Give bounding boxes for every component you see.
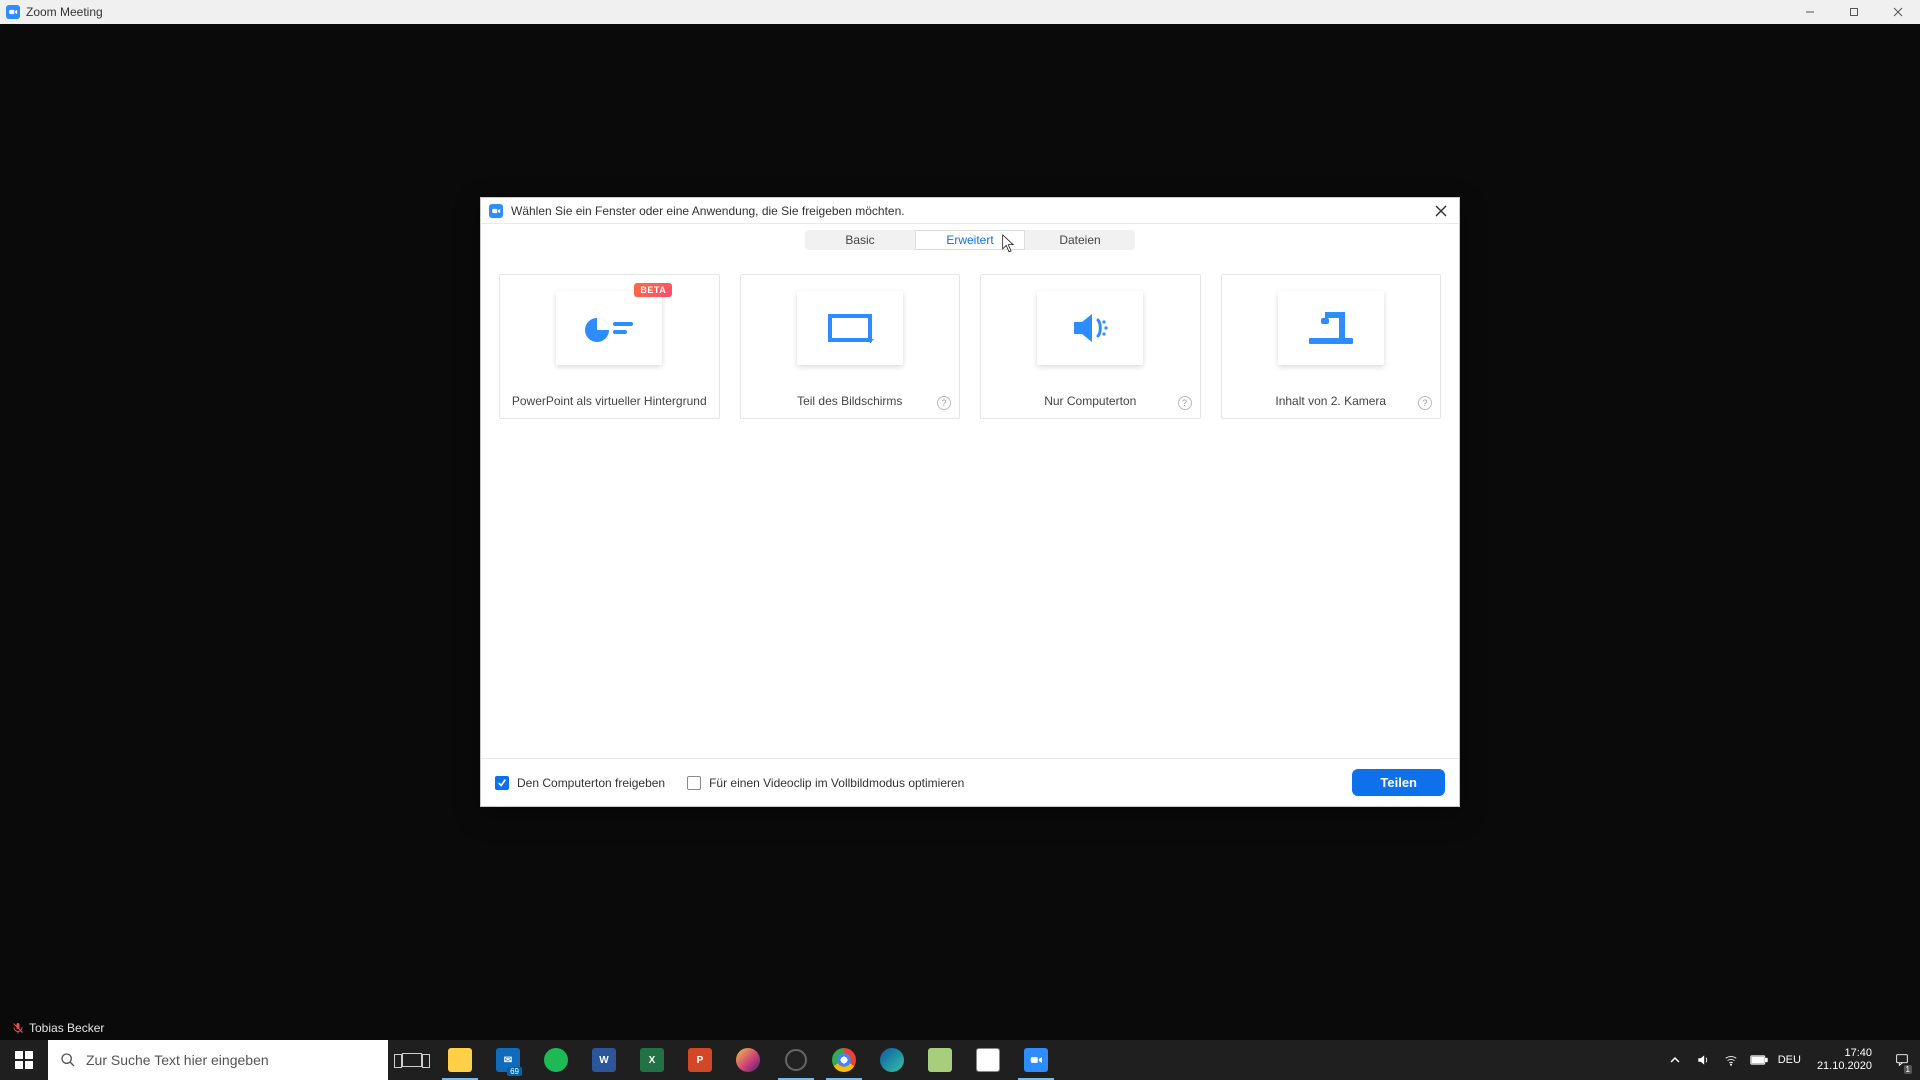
window-controls <box>1788 0 1920 24</box>
search-icon <box>60 1052 76 1068</box>
notepadpp-icon <box>928 1048 952 1072</box>
search-placeholder: Zur Suche Text hier eingeben <box>86 1052 269 1068</box>
spotify-icon <box>544 1048 568 1072</box>
tray-battery-icon[interactable] <box>1750 1051 1768 1069</box>
tab-basic[interactable]: Basic <box>805 230 915 250</box>
help-icon[interactable]: ? <box>1178 396 1192 410</box>
window-title: Zoom Meeting <box>26 5 103 19</box>
dialog-header: Wählen Sie ein Fenster oder eine Anwendu… <box>481 198 1459 224</box>
checkbox-label: Für einen Videoclip im Vollbildmodus opt… <box>709 776 964 790</box>
option-label: Inhalt von 2. Kamera <box>1271 394 1390 410</box>
tray-wifi-icon[interactable] <box>1722 1051 1740 1069</box>
dialog-tabs-row: Basic Erweitert Dateien <box>481 224 1459 250</box>
excel-icon: X <box>640 1048 664 1072</box>
zoom-icon <box>1024 1048 1048 1072</box>
eclipse-icon <box>736 1048 760 1072</box>
tab-files[interactable]: Dateien <box>1025 230 1135 250</box>
svg-text:+: + <box>867 333 874 347</box>
share-screen-dialog: Wählen Sie ein Fenster oder eine Anwendu… <box>480 197 1460 807</box>
tray-language-indicator[interactable]: DEU <box>1778 1054 1801 1066</box>
tray-clock[interactable]: 17:40 21.10.2020 <box>1811 1047 1878 1072</box>
share-options-grid: BETA PowerPoint als virtueller Hintergru… <box>481 250 1459 419</box>
tray-date: 21.10.2020 <box>1817 1060 1872 1073</box>
notification-count-badge: 1 <box>1904 1065 1912 1074</box>
tab-advanced[interactable]: Erweitert <box>915 230 1025 250</box>
window-titlebar: Zoom Meeting <box>0 0 1920 24</box>
help-icon[interactable]: ? <box>1418 396 1432 410</box>
windows-taskbar: Zur Suche Text hier eingeben ✉69 W X P D… <box>0 1040 1920 1080</box>
maximize-button[interactable] <box>1832 0 1876 24</box>
file-explorer-icon <box>448 1048 472 1072</box>
windows-logo-icon <box>15 1051 33 1069</box>
taskbar-app-word[interactable]: W <box>580 1040 628 1080</box>
zoom-app-icon <box>6 5 20 19</box>
speaker-icon <box>1037 291 1143 365</box>
taskbar-search-box[interactable]: Zur Suche Text hier eingeben <box>48 1040 388 1080</box>
option-computer-audio-only[interactable]: Nur Computerton ? <box>980 274 1201 419</box>
portion-screen-icon: + <box>797 291 903 365</box>
powerpoint-vb-icon: BETA <box>556 291 662 365</box>
edge-icon <box>880 1048 904 1072</box>
powerpoint-icon: P <box>688 1048 712 1072</box>
beta-badge: BETA <box>634 283 672 297</box>
dialog-footer: Den Computerton freigeben Für einen Vide… <box>481 758 1459 806</box>
mail-badge-count: 69 <box>507 1067 522 1076</box>
taskbar-app-file-explorer[interactable] <box>436 1040 484 1080</box>
checkbox-label: Den Computerton freigeben <box>517 776 665 790</box>
word-icon: W <box>592 1048 616 1072</box>
tray-time: 17:40 <box>1817 1047 1872 1060</box>
zoom-app-icon <box>489 204 503 218</box>
share-button[interactable]: Teilen <box>1352 769 1445 796</box>
taskbar-app-chrome[interactable] <box>820 1040 868 1080</box>
taskbar-app-paint[interactable] <box>964 1040 1012 1080</box>
option-second-camera[interactable]: Inhalt von 2. Kamera ? <box>1221 274 1442 419</box>
close-dialog-button[interactable] <box>1431 201 1451 221</box>
option-label: Nur Computerton <box>1040 394 1140 410</box>
document-camera-icon <box>1278 291 1384 365</box>
tray-volume-icon[interactable] <box>1694 1051 1712 1069</box>
taskbar-app-zoom[interactable] <box>1012 1040 1060 1080</box>
close-window-button[interactable] <box>1876 0 1920 24</box>
option-label: PowerPoint als virtueller Hintergrund <box>508 394 711 410</box>
minimize-button[interactable] <box>1788 0 1832 24</box>
taskbar-app-edge[interactable] <box>868 1040 916 1080</box>
mic-muted-icon <box>12 1022 24 1034</box>
system-tray: DEU 17:40 21.10.2020 1 <box>1666 1040 1920 1080</box>
start-button[interactable] <box>0 1040 48 1080</box>
obs-icon <box>785 1049 807 1071</box>
option-label: Teil des Bildschirms <box>793 394 906 410</box>
chrome-icon <box>832 1048 856 1072</box>
tray-notifications-button[interactable]: 1 <box>1888 1040 1916 1080</box>
participant-name-tag: Tobias Becker <box>6 1019 110 1037</box>
taskbar-app-excel[interactable]: X <box>628 1040 676 1080</box>
taskbar-app-mail[interactable]: ✉69 <box>484 1040 532 1080</box>
participant-name-label: Tobias Becker <box>29 1021 104 1035</box>
taskbar-app-notepadpp[interactable] <box>916 1040 964 1080</box>
paint-icon <box>976 1048 1000 1072</box>
taskbar-app-powerpoint[interactable]: P <box>676 1040 724 1080</box>
help-icon[interactable]: ? <box>937 396 951 410</box>
task-view-icon <box>402 1053 422 1067</box>
tray-overflow-button[interactable] <box>1666 1051 1684 1069</box>
taskbar-app-eclipse[interactable] <box>724 1040 772 1080</box>
dialog-title: Wählen Sie ein Fenster oder eine Anwendu… <box>511 204 905 218</box>
checkbox-optimize-video[interactable]: Für einen Videoclip im Vollbildmodus opt… <box>687 776 964 790</box>
taskbar-app-obs[interactable] <box>772 1040 820 1080</box>
option-portion-of-screen[interactable]: + Teil des Bildschirms ? <box>740 274 961 419</box>
task-view-button[interactable] <box>388 1040 436 1080</box>
option-powerpoint-virtual-bg[interactable]: BETA PowerPoint als virtueller Hintergru… <box>499 274 720 419</box>
taskbar-app-spotify[interactable] <box>532 1040 580 1080</box>
dialog-tabs: Basic Erweitert Dateien <box>805 230 1135 250</box>
checkbox-share-computer-audio[interactable]: Den Computerton freigeben <box>495 776 665 790</box>
taskbar-app-icons: ✉69 W X P <box>388 1040 1060 1080</box>
